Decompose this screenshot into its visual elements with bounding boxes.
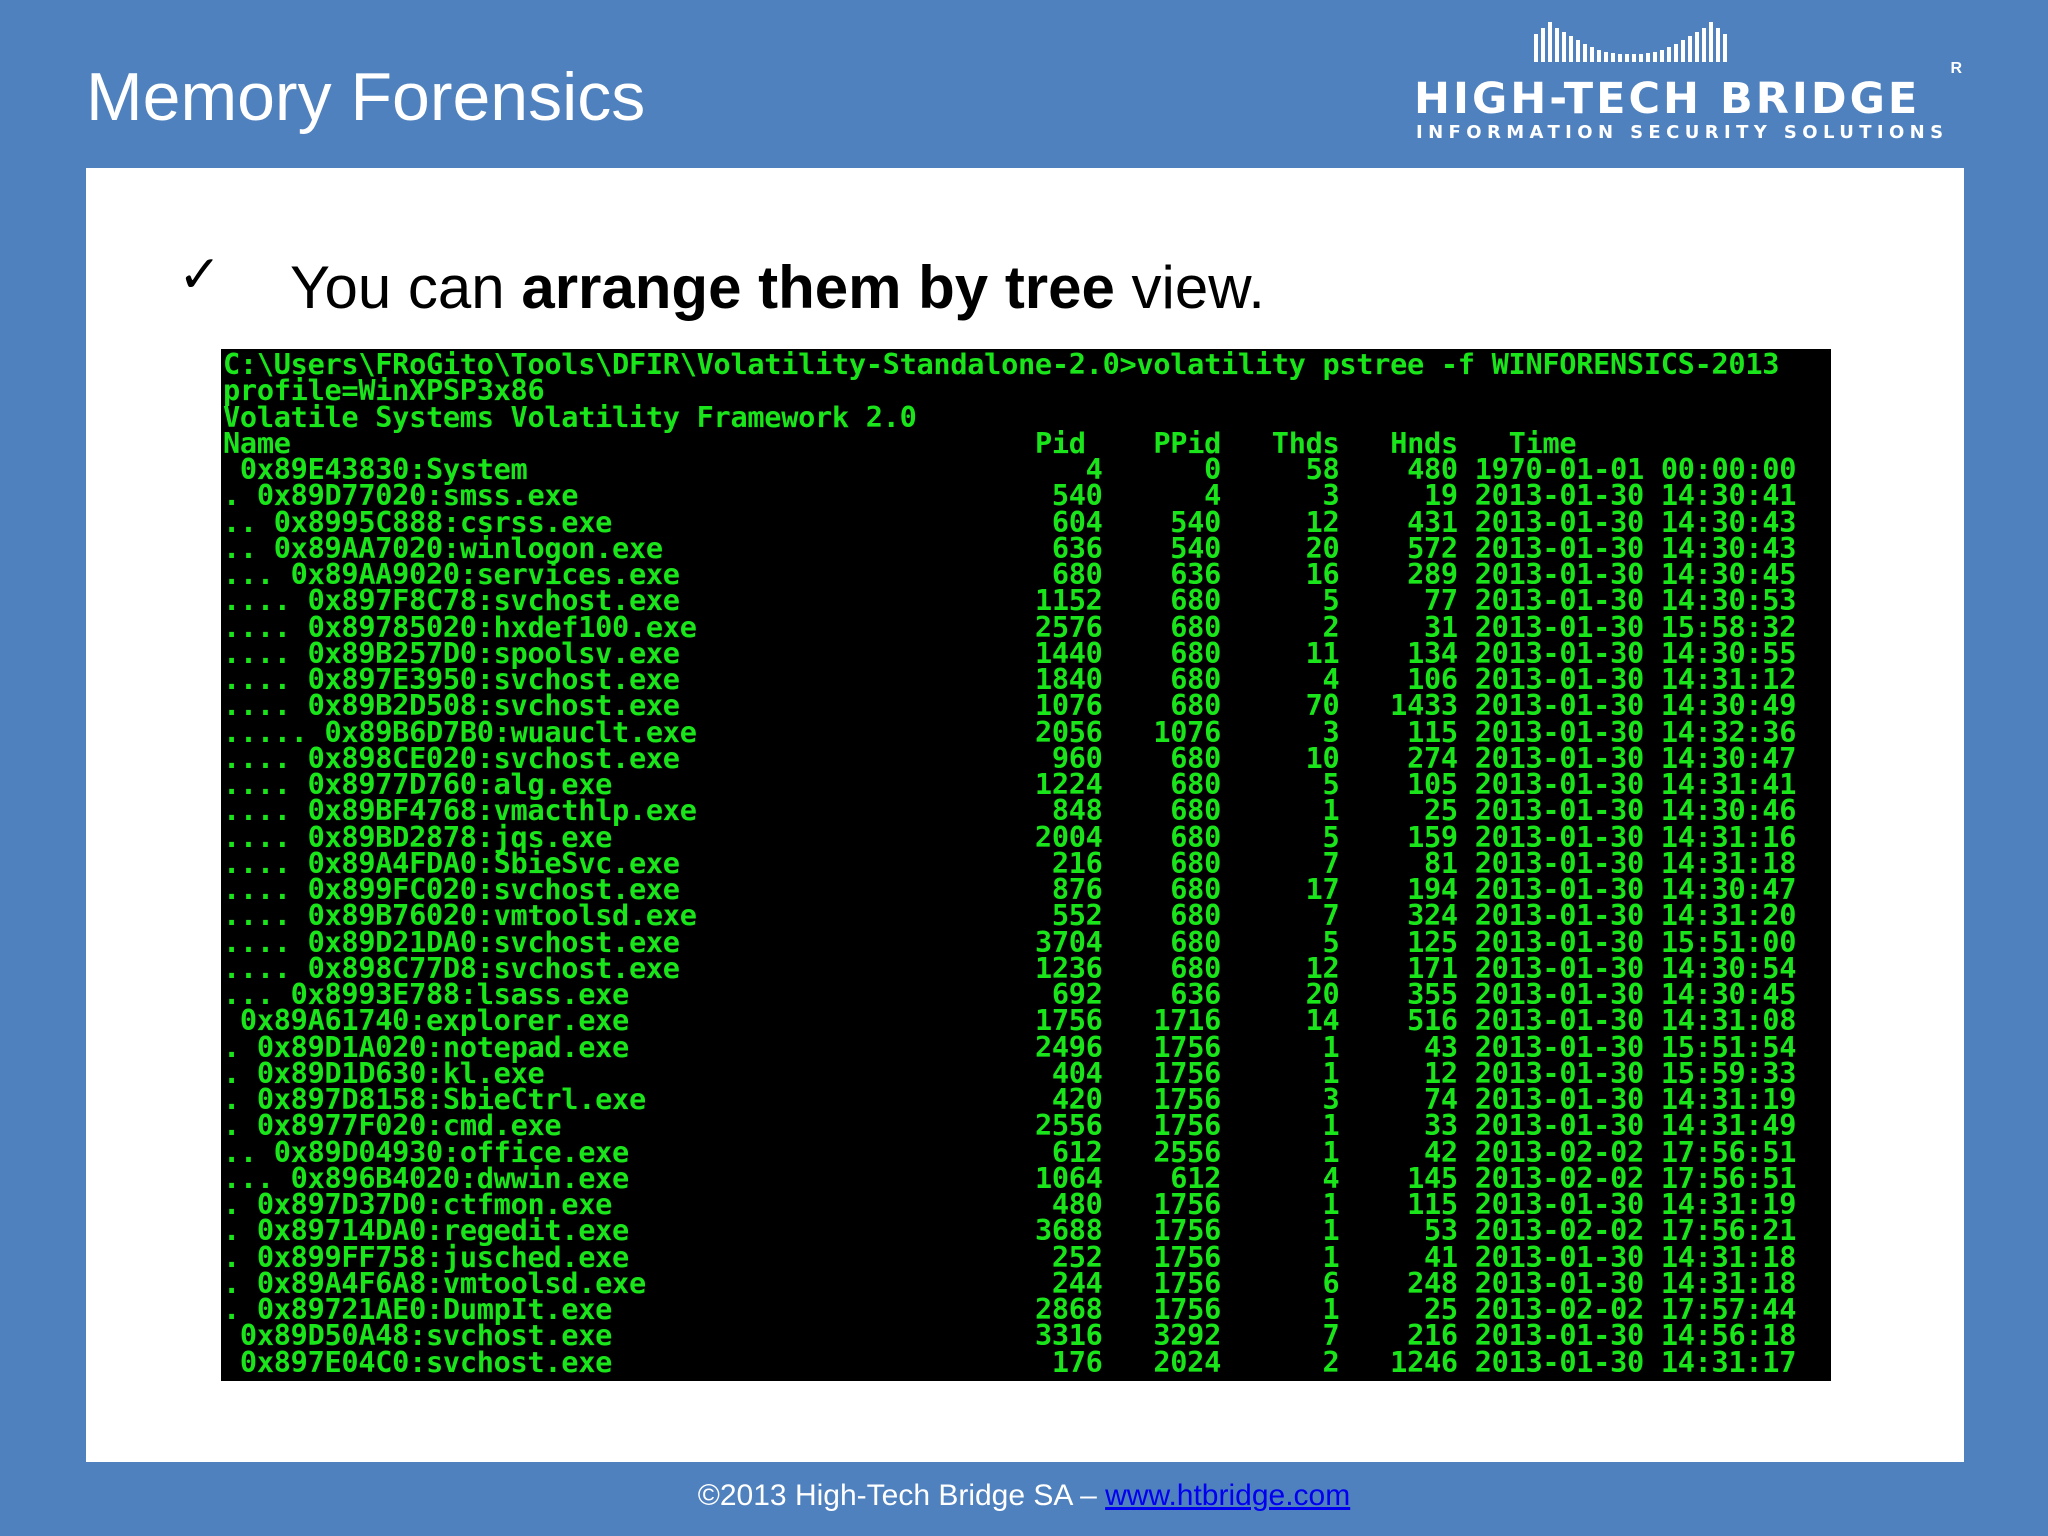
logo-bar: [1611, 53, 1615, 62]
logo-bar: [1702, 28, 1706, 62]
bullet-text-bold: arrange them by tree: [521, 254, 1115, 321]
logo-bar: [1660, 50, 1664, 62]
bullet-text: You can arrange them by tree view.: [290, 253, 1265, 322]
footer: ©2013 High-Tech Bridge SA – www.htbridge…: [0, 1479, 2048, 1513]
bullet-text-suffix: view.: [1114, 254, 1265, 321]
logo-bar: [1632, 54, 1636, 62]
bullet-text-prefix: You can: [290, 254, 522, 321]
logo-bar: [1583, 44, 1587, 62]
logo-brand-name: HIGH-TECH BRIDGE: [1414, 74, 1921, 124]
logo-bar: [1618, 54, 1622, 62]
logo-bar: [1695, 32, 1699, 62]
logo-bar: [1576, 40, 1580, 62]
logo-bar: [1723, 34, 1727, 62]
footer-copyright: ©2013 High-Tech Bridge SA –: [697, 1479, 1106, 1512]
registered-mark: R: [1950, 60, 1962, 77]
logo-bar: [1709, 22, 1713, 62]
logo-bar: [1604, 52, 1608, 62]
bridge-bars-icon: [1534, 22, 1727, 62]
process-row: 0x897E04C0:svchost.exe 176 2024 2 1246 2…: [223, 1344, 1797, 1379]
process-time: 2013-01-30 14:31:17: [1474, 1344, 1797, 1379]
terminal-output: C:\Users\FRoGito\Tools\DFIR\Volatility-S…: [221, 349, 1831, 1376]
logo-tagline: INFORMATION SECURITY SOLUTIONS: [1416, 122, 1949, 143]
footer-link[interactable]: www.htbridge.com: [1105, 1479, 1350, 1512]
logo-bar: [1555, 28, 1559, 62]
process-hnds: 1246: [1339, 1344, 1458, 1379]
logo-bar: [1597, 50, 1601, 62]
checkmark-icon: ✓: [178, 245, 222, 305]
logo-bar: [1674, 44, 1678, 62]
logo-bar: [1534, 34, 1538, 62]
logo-bar: [1562, 32, 1566, 62]
pstree-terminal-screenshot: C:\Users\FRoGito\Tools\DFIR\Volatility-S…: [221, 349, 1831, 1381]
logo-bar: [1653, 52, 1657, 62]
logo-bar: [1625, 54, 1629, 62]
logo-bar: [1569, 36, 1573, 62]
company-logo: R HIGH-TECH BRIDGE INFORMATION SECURITY …: [1408, 18, 1968, 148]
process-name: 0x897E04C0:svchost.exe: [239, 1344, 613, 1379]
slide-title: Memory Forensics: [86, 59, 646, 135]
logo-bar: [1646, 53, 1650, 62]
logo-bar: [1667, 47, 1671, 62]
logo-bar: [1639, 54, 1643, 62]
logo-bar: [1688, 36, 1692, 62]
terminal-command-line: Volatile Systems Volatility Framework 2.…: [223, 399, 917, 434]
logo-bar: [1716, 28, 1720, 62]
process-pid: 176: [1001, 1344, 1103, 1379]
process-thds: 2: [1221, 1344, 1340, 1379]
logo-bar: [1548, 22, 1552, 62]
logo-bar: [1541, 28, 1545, 62]
logo-bar: [1590, 47, 1594, 62]
process-ppid: 2024: [1102, 1344, 1222, 1379]
slide-content-area: ✓ You can arrange them by tree view. C:\…: [86, 168, 1964, 1462]
logo-bar: [1681, 40, 1685, 62]
